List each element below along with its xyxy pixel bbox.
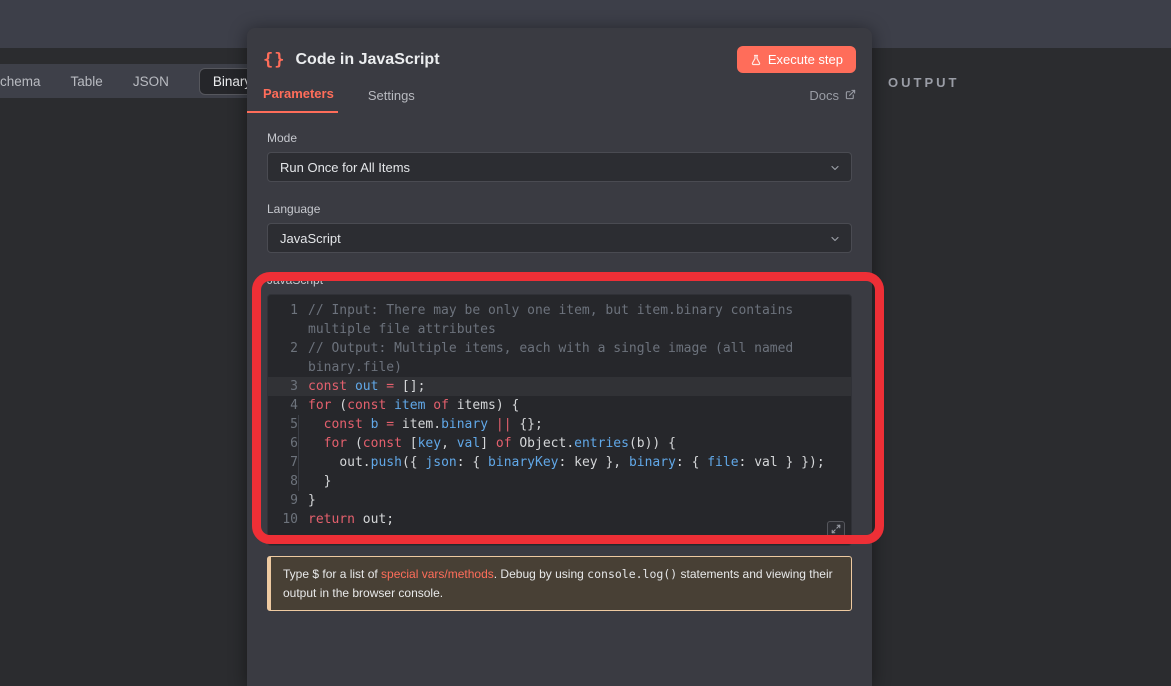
code-line[interactable]: 3const out = []; xyxy=(268,377,851,396)
language-select[interactable]: JavaScript xyxy=(267,223,852,253)
code-line[interactable]: 8 } xyxy=(268,472,851,491)
code-line-content: for (const [key, val] of Object.entries(… xyxy=(298,434,851,453)
external-link-icon xyxy=(845,88,856,103)
input-view-tabs: Schema Table JSON Binary xyxy=(0,64,247,98)
code-line-content: for (const item of items) { xyxy=(298,396,851,415)
code-line[interactable]: 9} xyxy=(268,491,851,510)
code-line[interactable]: 5 const b = item.binary || {}; xyxy=(268,415,851,434)
node-settings-modal: {} Code in JavaScript Execute step Param… xyxy=(247,28,872,686)
line-number: 4 xyxy=(268,396,298,415)
chevron-down-icon xyxy=(829,162,841,177)
modal-tabs: Parameters Settings Docs xyxy=(247,86,872,113)
line-number: 5 xyxy=(268,415,298,434)
code-line-content: // Input: There may be only one item, bu… xyxy=(298,301,851,339)
code-line[interactable]: 10return out; xyxy=(268,510,851,529)
output-panel-title: OUTPUT xyxy=(888,75,959,90)
code-line[interactable]: 6 for (const [key, val] of Object.entrie… xyxy=(268,434,851,453)
execute-step-button[interactable]: Execute step xyxy=(737,46,856,73)
line-number: 7 xyxy=(268,453,298,472)
code-line-content: } xyxy=(298,472,851,491)
special-vars-link[interactable]: special vars/methods xyxy=(381,567,494,581)
docs-link[interactable]: Docs xyxy=(809,88,856,113)
code-line[interactable]: 1// Input: There may be only one item, b… xyxy=(268,301,851,339)
line-number: 2 xyxy=(268,339,298,377)
line-number: 3 xyxy=(268,377,298,396)
tab-schema[interactable]: Schema xyxy=(0,74,41,89)
tab-settings[interactable]: Settings xyxy=(368,88,415,113)
line-number: 9 xyxy=(268,491,298,510)
hint-text: Type $ for a list of xyxy=(283,567,381,581)
code-editor-lines: 1// Input: There may be only one item, b… xyxy=(268,301,851,529)
code-line[interactable]: 4for (const item of items) { xyxy=(268,396,851,415)
tab-parameters[interactable]: Parameters xyxy=(247,86,338,113)
docs-label: Docs xyxy=(809,88,839,103)
line-number: 8 xyxy=(268,472,298,491)
code-line[interactable]: 2// Output: Multiple items, each with a … xyxy=(268,339,851,377)
code-braces-icon: {} xyxy=(263,50,285,70)
console-log-code: console.log() xyxy=(587,567,677,581)
mode-select[interactable]: Run Once for All Items xyxy=(267,152,852,182)
mode-select-value: Run Once for All Items xyxy=(280,160,410,175)
line-number: 10 xyxy=(268,510,298,529)
expand-editor-button[interactable] xyxy=(827,521,845,539)
line-number: 1 xyxy=(268,301,298,339)
hint-text: . Debug by using xyxy=(494,567,587,581)
tab-table[interactable]: Table xyxy=(71,74,103,89)
code-line-content: // Output: Multiple items, each with a s… xyxy=(298,339,851,377)
parameters-pane: Mode Run Once for All Items Language Jav… xyxy=(247,113,872,611)
language-select-value: JavaScript xyxy=(280,231,341,246)
code-line-content: } xyxy=(298,491,851,510)
output-panel: OUTPUT xyxy=(872,48,1171,686)
chevron-down-icon xyxy=(829,233,841,248)
input-panel: Schema Table JSON Binary xyxy=(0,48,247,686)
modal-header: {} Code in JavaScript Execute step xyxy=(247,28,872,73)
tab-json[interactable]: JSON xyxy=(133,74,169,89)
node-title: Code in JavaScript xyxy=(295,51,439,69)
line-number: 6 xyxy=(268,434,298,453)
code-field-label: JavaScript xyxy=(267,273,852,287)
code-line-content: out.push({ json: { binaryKey: key }, bin… xyxy=(298,453,851,472)
code-line[interactable]: 7 out.push({ json: { binaryKey: key }, b… xyxy=(268,453,851,472)
code-editor[interactable]: 1// Input: There may be only one item, b… xyxy=(267,294,852,546)
code-line-content: const b = item.binary || {}; xyxy=(298,415,851,434)
execute-step-label: Execute step xyxy=(768,52,843,67)
code-line-content: const out = []; xyxy=(298,377,851,396)
editor-hint-notice: Type $ for a list of special vars/method… xyxy=(267,556,852,611)
code-line-content: return out; xyxy=(298,510,851,529)
mode-label: Mode xyxy=(267,131,852,145)
flask-icon xyxy=(750,54,762,66)
expand-icon xyxy=(831,521,841,540)
language-label: Language xyxy=(267,202,852,216)
